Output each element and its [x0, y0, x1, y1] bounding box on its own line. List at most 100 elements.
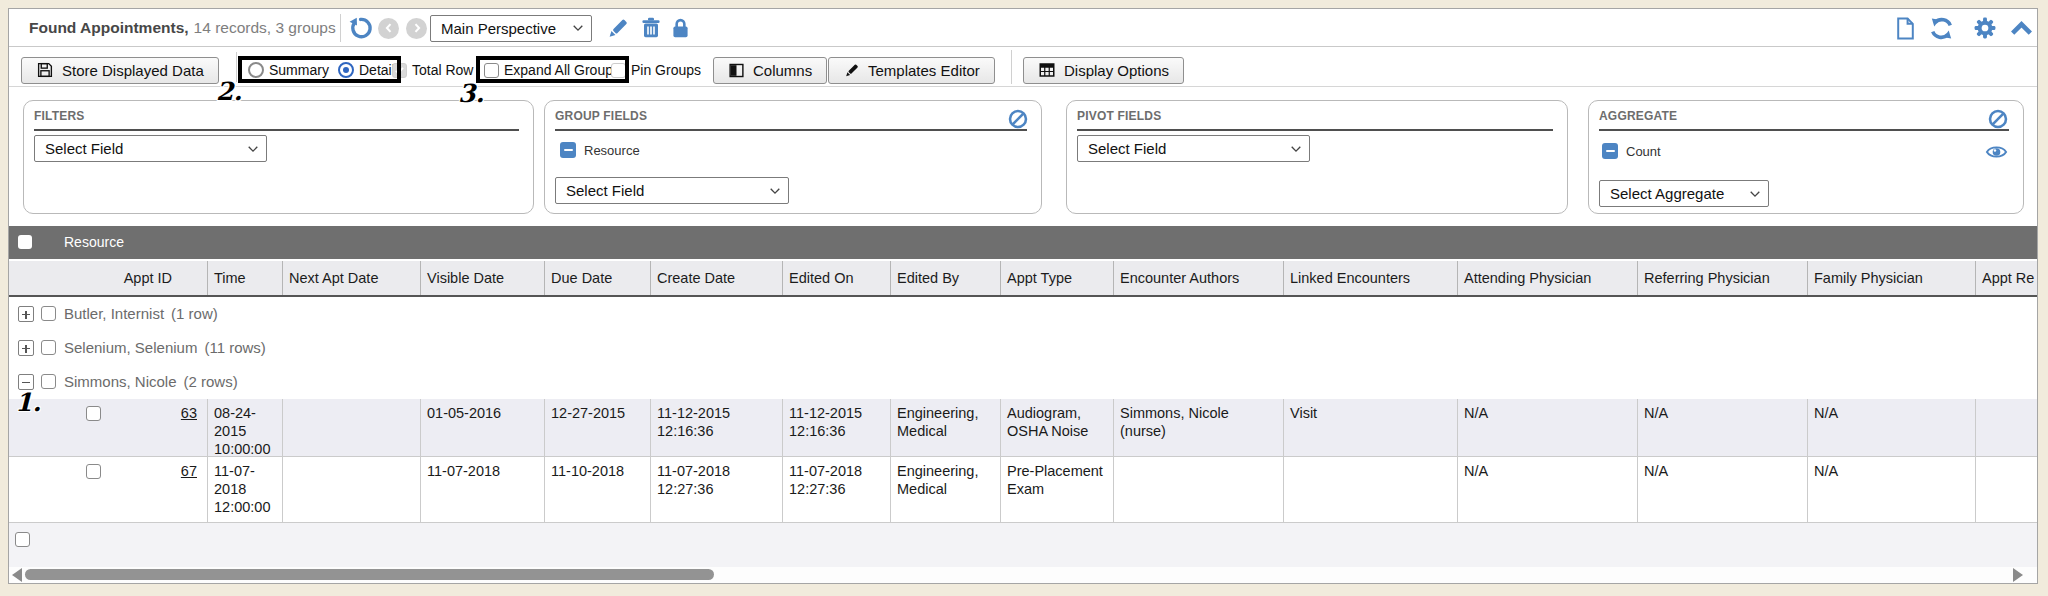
group-row-selenium: Selenium, Selenium (11 rows) — [9, 331, 2037, 365]
perspective-select[interactable]: Main Perspective — [430, 9, 592, 47]
cell-visible-date: 01-05-2016 — [421, 399, 545, 456]
clear-group-fields-icon[interactable] — [1007, 108, 1029, 130]
column-header-edited-on[interactable]: Edited On — [783, 261, 891, 295]
cell-edited-by: Engineering, Medical — [891, 457, 1001, 522]
pivot-fields-select[interactable]: Select Field — [1077, 135, 1310, 162]
cell-attending-physician: N/A — [1458, 457, 1638, 522]
aggregate-title: AGGREGATE — [1599, 109, 1677, 123]
column-header-create-date[interactable]: Create Date — [651, 261, 783, 295]
cell-appt-type: Pre-Placement Exam — [1001, 457, 1114, 522]
column-header-edited-by[interactable]: Edited By — [891, 261, 1001, 295]
pivot-fields-panel: PIVOT FIELDS Select Field — [1066, 100, 1568, 214]
cell-linked-encounters: Visit — [1284, 399, 1458, 456]
cell-encounter-authors — [1114, 457, 1284, 522]
cell-appt-re — [1976, 457, 2037, 522]
cell-create-date: 11-07-2018 12:27:36 — [651, 457, 783, 522]
cell-family-physician: N/A — [1808, 457, 1976, 522]
cell-next-apt-date — [283, 399, 421, 456]
group-count: (1 row) — [171, 305, 218, 322]
column-header-time[interactable]: Time — [208, 261, 283, 295]
group-header-bar: Resource — [9, 226, 2037, 259]
group-row-simmons: Simmons, Nicole(2 rows) — [9, 365, 2037, 399]
undo-button[interactable] — [347, 9, 373, 47]
cell-visible-date: 11-07-2018 — [421, 457, 545, 522]
cell-edited-on: 11-07-2018 12:27:36 — [783, 457, 891, 522]
row-checkbox[interactable] — [86, 406, 101, 421]
group-checkbox[interactable] — [41, 340, 56, 355]
page-title-text: Found Appointments, — [29, 19, 189, 37]
aggregate-select[interactable]: Select Aggregate — [1599, 180, 1769, 207]
remove-chip-icon[interactable] — [1602, 143, 1618, 159]
cell-next-apt-date — [283, 457, 421, 522]
aggregate-chip-count[interactable]: Count — [1602, 143, 1661, 159]
column-header-due-date[interactable]: Due Date — [545, 261, 651, 295]
group-checkbox[interactable] — [41, 374, 56, 389]
scroll-right-arrow[interactable] — [2013, 568, 2023, 582]
column-header-referring-physician[interactable]: Referring Physician — [1638, 261, 1808, 295]
record-count: 14 records, 3 groups — [194, 19, 336, 37]
store-displayed-data-button[interactable]: Store Displayed Data — [21, 57, 219, 84]
filters-field-select[interactable]: Select Field — [34, 135, 267, 162]
appt-id-link[interactable]: 67 — [9, 457, 207, 480]
lock-icon — [669, 17, 692, 40]
expand-group-icon[interactable] — [18, 306, 34, 322]
table-row: 67 11-07-2018 12:00:00 11-07-2018 11-10-… — [9, 457, 2037, 523]
column-header-appt-id[interactable]: Appt ID — [9, 261, 208, 295]
edit-perspective-button[interactable] — [605, 9, 630, 47]
annotation-number-2: 2. — [216, 79, 242, 104]
column-header-family-physician[interactable]: Family Physician — [1808, 261, 1976, 295]
query-panels: FILTERS Select Field GROUP FIELDS Resour… — [9, 87, 2037, 226]
column-header-linked-encounters[interactable]: Linked Encounters — [1284, 261, 1458, 295]
group-count: (11 rows) — [204, 339, 265, 356]
history-back-button[interactable] — [378, 9, 399, 47]
top-bar: Found Appointments, 14 records, 3 groups… — [9, 9, 2037, 47]
templates-editor-button[interactable]: Templates Editor — [828, 57, 995, 84]
select-all-checkbox[interactable] — [18, 235, 32, 249]
group-label: Selenium, Selenium — [64, 339, 197, 356]
expand-group-icon[interactable] — [18, 340, 34, 356]
scrollbar-thumb[interactable] — [25, 569, 714, 580]
column-header-encounter-authors[interactable]: Encounter Authors — [1114, 261, 1284, 295]
collapse-panel-button[interactable] — [2009, 9, 2034, 47]
group-fields-panel: GROUP FIELDS Resource Select Field — [544, 100, 1042, 214]
clear-aggregate-icon[interactable] — [1987, 108, 2009, 130]
delete-perspective-button[interactable] — [639, 9, 663, 47]
display-options-button[interactable]: Display Options — [1023, 57, 1184, 84]
divider — [1011, 50, 1012, 84]
remove-chip-icon[interactable] — [560, 142, 576, 158]
row-checkbox[interactable] — [86, 464, 101, 479]
refresh-button[interactable] — [1928, 9, 1955, 47]
file-icon — [1893, 16, 1918, 41]
columns-button[interactable]: Columns — [713, 57, 827, 84]
column-header-visible-date[interactable]: Visible Date — [421, 261, 545, 295]
visibility-eye-icon[interactable] — [1985, 143, 2008, 161]
undo-icon — [347, 15, 373, 41]
column-header-appt-re[interactable]: Appt Re — [1976, 261, 2037, 295]
footer-checkbox[interactable] — [15, 532, 30, 547]
cell-due-date: 12-27-2015 — [545, 399, 651, 456]
settings-button[interactable] — [1972, 9, 1998, 47]
column-header-next-apt-date[interactable]: Next Apt Date — [283, 261, 421, 295]
group-field-chip-resource[interactable]: Resource — [560, 142, 640, 158]
pencil-icon — [843, 62, 860, 79]
chevron-up-icon — [2009, 16, 2034, 41]
group-fields-select[interactable]: Select Field — [555, 177, 789, 204]
horizontal-scrollbar[interactable] — [9, 567, 2037, 583]
cell-referring-physician: N/A — [1638, 399, 1808, 456]
table-icon — [1038, 61, 1056, 79]
column-header-row: Appt ID Time Next Apt Date Visible Date … — [9, 259, 2037, 297]
divider — [34, 129, 519, 131]
column-header-appt-type[interactable]: Appt Type — [1001, 261, 1114, 295]
new-document-button[interactable] — [1893, 9, 1918, 47]
cell-appt-re — [1976, 399, 2037, 456]
chevron-right-icon — [411, 22, 423, 34]
column-header-attending-physician[interactable]: Attending Physician — [1458, 261, 1638, 295]
divider — [1077, 129, 1553, 131]
chevron-down-icon — [1749, 189, 1761, 199]
pivot-fields-title: PIVOT FIELDS — [1077, 109, 1161, 123]
history-forward-button[interactable] — [406, 9, 427, 47]
lock-perspective-button[interactable] — [669, 9, 692, 47]
scroll-left-arrow[interactable] — [12, 568, 22, 582]
group-checkbox[interactable] — [41, 306, 56, 321]
group-bar-label: Resource — [64, 234, 124, 250]
